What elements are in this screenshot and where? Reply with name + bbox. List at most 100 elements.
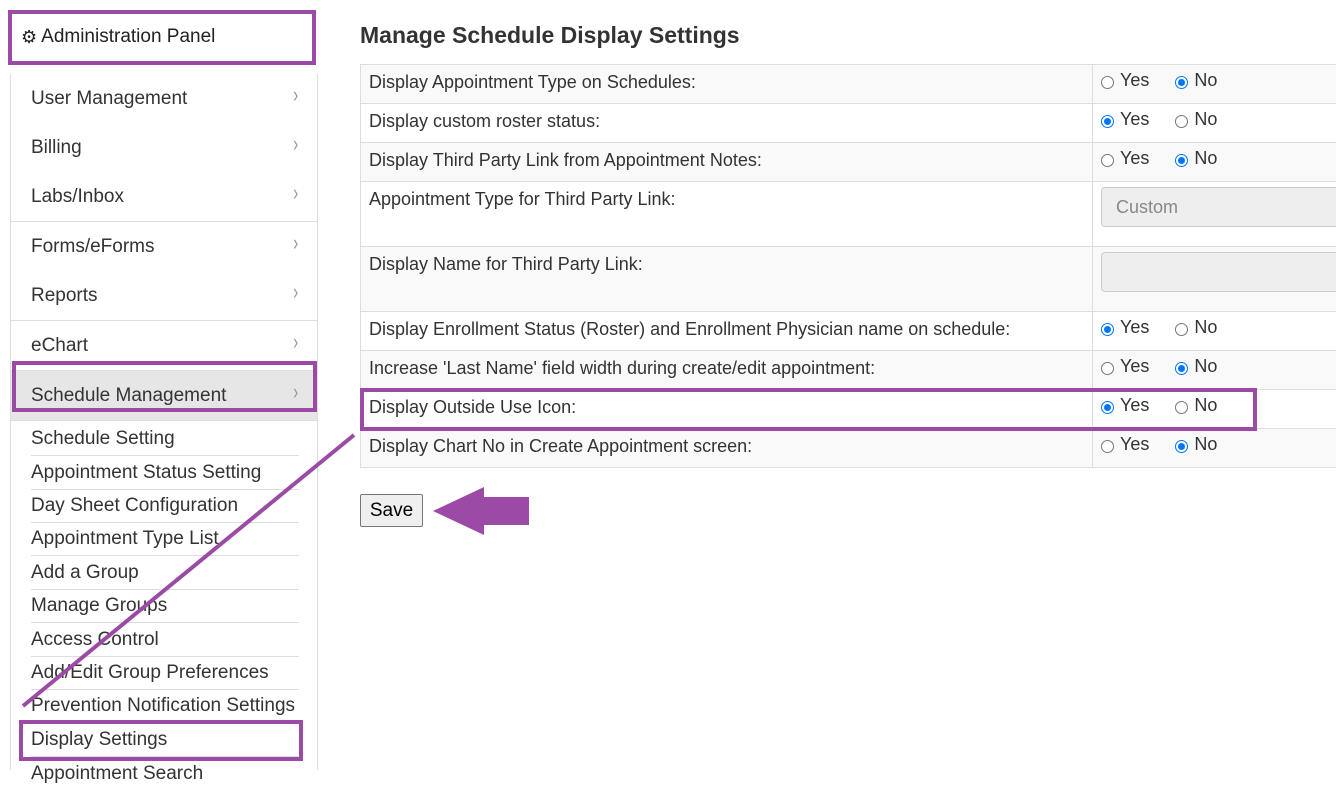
setting-label: Display Chart No in Create Appointment s… [361,429,1093,468]
radio-no-circle[interactable] [1175,362,1188,375]
setting-label: Display Third Party Link from Appointmen… [361,143,1093,182]
setting-label: Increase 'Last Name' field width during … [361,351,1093,390]
third-party-display-name-input[interactable] [1101,252,1336,292]
radio-group: Yes No [1101,356,1336,377]
radio-no-circle[interactable] [1175,440,1188,453]
table-row: Display Name for Third Party Link: [361,247,1336,312]
radio-yes-circle[interactable] [1101,401,1114,414]
setting-label: Display Outside Use Icon: [361,390,1093,429]
sidebar-item-reports[interactable]: Reports › [10,271,318,321]
submenu-item-schedule-setting[interactable]: Schedule Setting [31,423,299,456]
radio-yes-circle[interactable] [1101,76,1114,89]
chevron-right-icon: › [293,379,298,405]
sidebar-item-label: Schedule Management [31,385,226,407]
arrow-left-icon [433,487,529,535]
radio-yes[interactable]: Yes [1101,317,1149,338]
radio-yes-circle[interactable] [1101,362,1114,375]
submenu-item-manage-groups[interactable]: Manage Groups [31,590,299,623]
submenu-item-display-settings[interactable]: Display Settings [31,724,299,757]
radio-yes-circle[interactable] [1101,154,1114,167]
submenu-item-add-edit-group-preferences[interactable]: Add/Edit Group Preferences [31,657,299,690]
radio-yes-label: Yes [1120,395,1149,416]
radio-yes[interactable]: Yes [1101,109,1149,130]
radio-yes-circle[interactable] [1101,440,1114,453]
gear-icon: ⚙ [21,27,37,48]
table-row: Display Outside Use Icon: Yes No [361,390,1336,429]
radio-no[interactable]: No [1175,395,1217,416]
submenu-item-appointment-status-setting[interactable]: Appointment Status Setting [31,457,299,490]
radio-yes[interactable]: Yes [1101,70,1149,91]
radio-group: Yes No [1101,148,1336,169]
radio-no-label: No [1194,109,1217,130]
radio-yes-label: Yes [1120,317,1149,338]
setting-control: Yes No [1093,390,1336,429]
radio-no[interactable]: No [1175,434,1217,455]
display-settings-table: Display Appointment Type on Schedules: Y… [360,64,1336,468]
sidebar-item-label: eChart [31,335,88,357]
table-row: Display Appointment Type on Schedules: Y… [361,65,1336,104]
radio-group: Yes No [1101,70,1336,91]
radio-yes[interactable]: Yes [1101,395,1149,416]
sidebar-item-forms-eforms[interactable]: Forms/eForms › [10,222,318,272]
sidebar-item-label: Forms/eForms [31,236,155,258]
submenu-item-add-a-group[interactable]: Add a Group [31,557,299,590]
radio-yes-circle[interactable] [1101,323,1114,336]
setting-control: Custom [1093,182,1336,247]
radio-no-label: No [1194,395,1217,416]
chevron-right-icon: › [293,131,298,157]
submenu-item-day-sheet-configuration[interactable]: Day Sheet Configuration [31,490,299,523]
setting-control [1093,247,1336,312]
radio-no[interactable]: No [1175,70,1217,91]
radio-yes-label: Yes [1120,70,1149,91]
radio-no-circle[interactable] [1175,401,1188,414]
sidebar-item-label: Reports [31,285,98,307]
submenu-item-prevention-notification-settings[interactable]: Prevention Notification Settings [31,690,299,723]
submenu-item-appointment-search[interactable]: Appointment Search [31,757,299,790]
third-party-appointment-type-select[interactable]: Custom [1101,187,1336,227]
radio-no-circle[interactable] [1175,76,1188,89]
sidebar-item-label: User Management [31,88,187,110]
setting-control: Yes No [1093,351,1336,390]
setting-control: Yes No [1093,429,1336,468]
table-row: Display Third Party Link from Appointmen… [361,143,1336,182]
chevron-right-icon: › [293,82,298,108]
radio-yes-label: Yes [1120,148,1149,169]
radio-no[interactable]: No [1175,148,1217,169]
radio-yes[interactable]: Yes [1101,434,1149,455]
table-row: Appointment Type for Third Party Link: C… [361,182,1336,247]
radio-no[interactable]: No [1175,356,1217,377]
sidebar-item-billing[interactable]: Billing › [10,123,318,173]
radio-no-label: No [1194,356,1217,377]
submenu-item-access-control[interactable]: Access Control [31,624,299,657]
sidebar-item-labs-inbox[interactable]: Labs/Inbox › [10,172,318,222]
chevron-right-icon: › [293,329,298,355]
chevron-right-icon: › [293,180,298,206]
radio-yes-label: Yes [1120,356,1149,377]
admin-sidebar: ⚙ Administration Panel User Management ›… [10,10,318,768]
radio-no-circle[interactable] [1175,154,1188,167]
radio-no[interactable]: No [1175,109,1217,130]
administration-panel-header[interactable]: ⚙ Administration Panel [10,10,316,64]
sidebar-item-echart[interactable]: eChart › [10,321,318,371]
setting-label: Display Appointment Type on Schedules: [361,65,1093,104]
administration-panel-label: Administration Panel [41,26,215,48]
page-title: Manage Schedule Display Settings [360,22,740,49]
radio-group: Yes No [1101,395,1336,416]
radio-no-label: No [1194,434,1217,455]
schedule-management-submenu: Schedule Setting Appointment Status Sett… [10,410,318,770]
setting-control: Yes No [1093,104,1336,143]
table-row: Increase 'Last Name' field width during … [361,351,1336,390]
radio-yes-label: Yes [1120,109,1149,130]
radio-no-circle[interactable] [1175,323,1188,336]
radio-no-label: No [1194,317,1217,338]
radio-yes[interactable]: Yes [1101,356,1149,377]
radio-group: Yes No [1101,317,1336,338]
radio-yes-circle[interactable] [1101,115,1114,128]
submenu-item-appointment-type-list[interactable]: Appointment Type List [31,523,299,556]
sidebar-item-user-management[interactable]: User Management › [10,74,318,124]
radio-no-circle[interactable] [1175,115,1188,128]
save-button[interactable]: Save [360,494,423,527]
radio-no[interactable]: No [1175,317,1217,338]
radio-yes[interactable]: Yes [1101,148,1149,169]
radio-no-label: No [1194,148,1217,169]
